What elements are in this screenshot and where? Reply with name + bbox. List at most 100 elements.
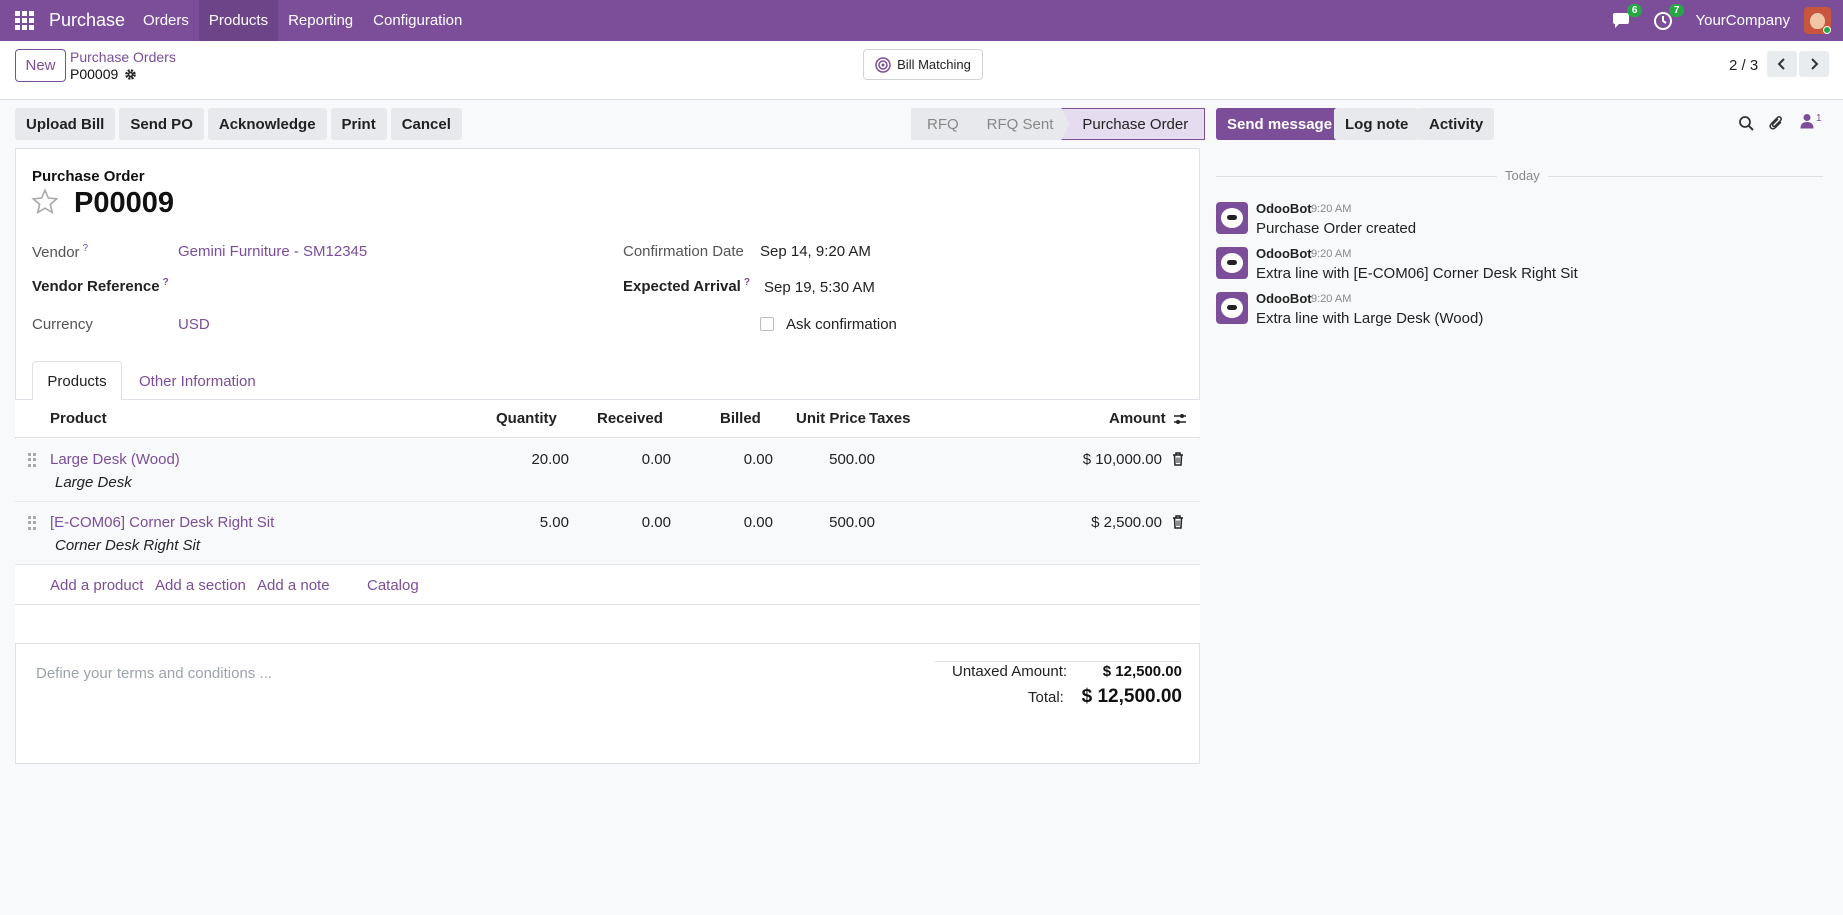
expected-arrival-help-icon[interactable]: ? (744, 277, 750, 288)
line-product[interactable]: Large Desk (Wood) (50, 451, 180, 468)
confirmation-date-label: Confirmation Date (623, 243, 744, 260)
empty-row (15, 605, 1200, 644)
odoobot-avatar[interactable] (1216, 247, 1248, 279)
ask-confirmation-label: Ask confirmation (786, 316, 897, 333)
add-section-link[interactable]: Add a section (155, 577, 246, 594)
vendor-reference-help-icon[interactable]: ? (163, 277, 169, 288)
bill-matching-label: Bill Matching (897, 57, 971, 72)
followers-button[interactable]: 1 (1800, 113, 1822, 129)
line-received[interactable]: 0.00 (642, 451, 671, 468)
search-icon[interactable] (1738, 115, 1755, 132)
catalog-link[interactable]: Catalog (367, 577, 419, 594)
company-switcher[interactable]: YourCompany (1695, 12, 1790, 29)
activity-button[interactable]: Activity (1418, 108, 1495, 140)
menu-orders[interactable]: Orders (133, 0, 199, 41)
expected-arrival-label-text: Expected Arrival (623, 278, 741, 295)
vendor-help-icon[interactable]: ? (83, 243, 89, 254)
cancel-button[interactable]: Cancel (390, 108, 462, 140)
add-line-row: Add a product Add a section Add a note C… (15, 565, 1200, 605)
online-status-icon (1823, 26, 1831, 34)
vendor-field[interactable]: Gemini Furniture - SM12345 (178, 243, 367, 260)
odoobot-avatar[interactable] (1216, 292, 1248, 324)
currency-label: Currency (32, 316, 93, 333)
user-icon (1800, 114, 1814, 129)
drag-handle-icon[interactable] (28, 516, 36, 530)
stage-rfq-sent[interactable]: RFQ Sent (967, 108, 1070, 140)
line-product[interactable]: [E-COM06] Corner Desk Right Sit (50, 514, 274, 531)
pager-value[interactable]: 2 / 3 (1729, 57, 1758, 74)
line-billed[interactable]: 0.00 (744, 451, 773, 468)
line-quantity[interactable]: 5.00 (540, 514, 569, 531)
line-unit-price[interactable]: 500.00 (829, 451, 875, 468)
column-received[interactable]: Received (597, 410, 663, 427)
message-body: Purchase Order created (1256, 220, 1417, 237)
top-menu: Orders Products Reporting Configuration (133, 0, 472, 41)
log-note-button[interactable]: Log note (1334, 108, 1420, 140)
stage-rfq[interactable]: RFQ (911, 108, 975, 140)
odoobot-avatar[interactable] (1216, 202, 1248, 234)
menu-products[interactable]: Products (198, 0, 279, 41)
menu-reporting[interactable]: Reporting (278, 0, 363, 41)
user-avatar[interactable] (1804, 7, 1831, 34)
column-product[interactable]: Product (50, 410, 107, 427)
message-author[interactable]: OdooBot (1256, 246, 1312, 261)
line-description[interactable]: Large Desk (55, 474, 132, 491)
expected-arrival-field[interactable]: Sep 19, 5:30 AM (764, 279, 875, 296)
message-time: 9:20 AM (1311, 203, 1352, 215)
line-received[interactable]: 0.00 (642, 514, 671, 531)
gear-icon[interactable] (124, 68, 137, 81)
line-description[interactable]: Corner Desk Right Sit (55, 537, 200, 554)
messages-button[interactable]: 6 (1611, 3, 1643, 31)
send-po-button[interactable]: Send PO (119, 108, 204, 140)
terms-and-conditions-field[interactable]: Define your terms and conditions ... (36, 665, 272, 682)
trash-icon[interactable] (1172, 452, 1184, 466)
tab-products[interactable]: Products (32, 361, 122, 401)
column-quantity[interactable]: Quantity (496, 410, 557, 427)
message-author[interactable]: OdooBot (1256, 201, 1312, 216)
breadcrumb-current-label: P00009 (70, 66, 119, 82)
paperclip-icon[interactable] (1768, 115, 1785, 132)
message-author[interactable]: OdooBot (1256, 291, 1312, 306)
line-billed[interactable]: 0.00 (744, 514, 773, 531)
table-row[interactable]: Large Desk (Wood) Large Desk 20.00 0.00 … (15, 439, 1200, 502)
currency-field[interactable]: USD (178, 316, 210, 333)
bill-matching-button[interactable]: Bill Matching (863, 49, 983, 80)
column-taxes[interactable]: Taxes (869, 410, 910, 427)
vendor-label-text: Vendor (32, 244, 80, 261)
star-icon[interactable] (31, 188, 59, 216)
upload-bill-button[interactable]: Upload Bill (15, 108, 116, 140)
activities-button[interactable]: 7 (1653, 3, 1685, 31)
app-menu-button[interactable] (0, 0, 49, 41)
line-unit-price[interactable]: 500.00 (829, 514, 875, 531)
column-settings-icon[interactable] (1173, 412, 1187, 426)
send-message-button[interactable]: Send message (1216, 108, 1344, 140)
tab-other-information[interactable]: Other Information (139, 361, 256, 401)
add-product-link[interactable]: Add a product (50, 577, 143, 594)
drag-handle-icon[interactable] (28, 453, 36, 467)
target-icon (875, 56, 891, 73)
acknowledge-button[interactable]: Acknowledge (207, 108, 327, 140)
print-button[interactable]: Print (330, 108, 387, 140)
trash-icon[interactable] (1172, 515, 1184, 529)
stage-purchase-order[interactable]: Purchase Order (1061, 108, 1206, 140)
app-name[interactable]: Purchase (49, 10, 125, 31)
confirmation-date-field[interactable]: Sep 14, 9:20 AM (760, 243, 871, 260)
vendor-reference-field[interactable] (178, 272, 598, 296)
column-unit-price[interactable]: Unit Price (796, 410, 866, 427)
breadcrumb-parent[interactable]: Purchase Orders (70, 49, 176, 65)
menu-configuration[interactable]: Configuration (363, 0, 472, 41)
column-billed[interactable]: Billed (720, 410, 761, 427)
ask-confirmation-checkbox[interactable] (760, 317, 774, 331)
expected-arrival-label: Expected Arrival? (623, 277, 750, 295)
chevron-left-icon (1777, 58, 1785, 70)
order-lines-header: Product Quantity Received Billed Unit Pr… (15, 400, 1200, 438)
column-amount[interactable]: Amount (1109, 410, 1166, 427)
pager-next-button[interactable] (1799, 51, 1829, 77)
statusbar-buttons: Upload Bill Send PO Acknowledge Print Ca… (15, 108, 462, 140)
line-quantity[interactable]: 20.00 (531, 451, 569, 468)
add-note-link[interactable]: Add a note (257, 577, 330, 594)
message-time: 9:20 AM (1311, 248, 1352, 260)
table-row[interactable]: [E-COM06] Corner Desk Right Sit Corner D… (15, 502, 1200, 565)
new-button[interactable]: New (15, 49, 66, 82)
pager-previous-button[interactable] (1767, 51, 1797, 77)
